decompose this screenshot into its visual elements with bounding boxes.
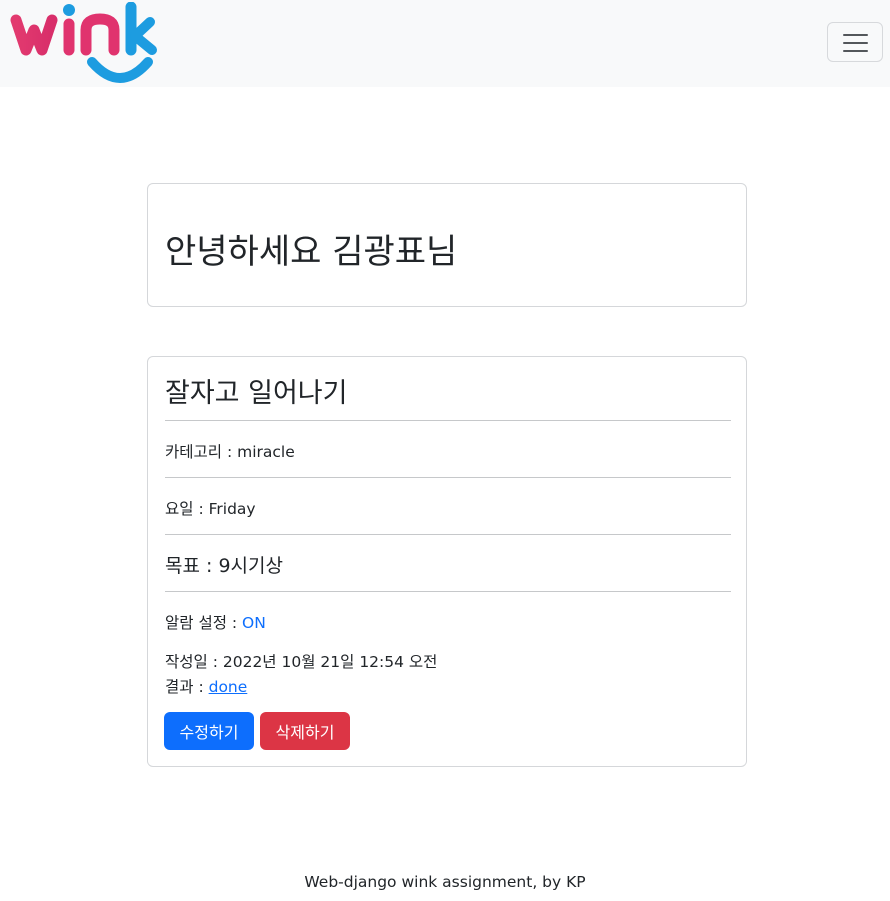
delete-button[interactable]: 삭제하기 bbox=[260, 712, 350, 750]
footer-text: Web-django wink assignment, by KP bbox=[304, 873, 586, 891]
category-value: miracle bbox=[237, 443, 295, 461]
greeting-card: 안녕하세요 김광표님 bbox=[147, 183, 747, 307]
result-row: 결과 : done bbox=[165, 675, 247, 697]
hamburger-menu-icon bbox=[843, 33, 868, 53]
category-row: 카테고리 : miracle bbox=[165, 440, 295, 462]
edit-button[interactable]: 수정하기 bbox=[164, 712, 254, 750]
navbar bbox=[0, 0, 890, 87]
day-label: 요일 : bbox=[165, 500, 209, 518]
goal-label: 목표 : bbox=[165, 555, 219, 577]
goal-value: 9시기상 bbox=[218, 555, 283, 577]
goal-row: 목표 : 9시기상 bbox=[165, 551, 283, 578]
mission-detail-card: 잘자고 일어나기 카테고리 : miracle 요일 : Friday 목표 :… bbox=[147, 356, 747, 767]
divider bbox=[165, 477, 731, 478]
category-label: 카테고리 : bbox=[165, 443, 238, 461]
footer: Web-django wink assignment, by KP bbox=[0, 873, 890, 891]
greeting-heading: 안녕하세요 김광표님 bbox=[165, 232, 458, 272]
day-value: Friday bbox=[208, 500, 256, 518]
alarm-label: 알람 설정 : bbox=[165, 614, 243, 632]
alarm-row: 알람 설정 : ON bbox=[165, 611, 266, 633]
result-label: 결과 : bbox=[165, 678, 209, 696]
divider bbox=[165, 591, 731, 592]
mission-title: 잘자고 일어나기 bbox=[165, 378, 348, 409]
day-row: 요일 : Friday bbox=[165, 497, 256, 519]
wink-logo[interactable] bbox=[10, 1, 160, 84]
alarm-status: ON bbox=[242, 614, 266, 632]
wink-logo-image bbox=[10, 1, 157, 83]
divider bbox=[165, 534, 731, 535]
created-label: 작성일 : bbox=[165, 653, 223, 671]
result-link[interactable]: done bbox=[209, 678, 248, 696]
created-row: 작성일 : 2022년 10월 21일 12:54 오전 bbox=[165, 650, 437, 672]
divider bbox=[165, 420, 731, 421]
created-value: 2022년 10월 21일 12:54 오전 bbox=[222, 653, 438, 671]
navbar-toggler-button[interactable] bbox=[827, 22, 883, 62]
